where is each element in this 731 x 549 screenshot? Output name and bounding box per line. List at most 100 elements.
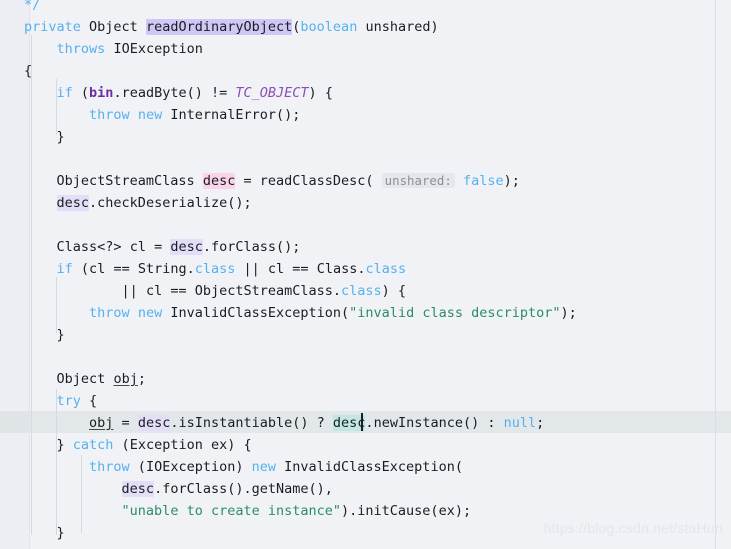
token-brace-close: }	[56, 327, 65, 343]
token-text: );	[560, 305, 577, 321]
code-line-current[interactable]: obj = desc.isInstantiable() ? desc.newIn…	[0, 412, 544, 434]
token-var-desc-read[interactable]: desc	[170, 239, 203, 255]
token-var-cl: cl	[129, 239, 146, 255]
token-call-checkdeserialize: checkDeserialize	[97, 195, 228, 211]
token-text: .	[186, 261, 195, 277]
token-type-ioexception: IOException	[145, 459, 236, 475]
token-text: ==	[284, 261, 317, 277]
token-const-tc-object: TC_OBJECT	[235, 85, 309, 101]
token-keyword-false: false	[462, 173, 504, 189]
code-line[interactable]: }	[0, 522, 65, 544]
code-line[interactable]: throw new InvalidClassException("invalid…	[0, 302, 577, 324]
token-text: ;	[536, 415, 545, 431]
token-type-object: Object	[89, 19, 138, 35]
token-text: ();	[276, 239, 301, 255]
code-line[interactable]: }	[0, 324, 65, 346]
token-field-bin: bin	[89, 85, 114, 101]
code-line[interactable]: try {	[0, 390, 98, 412]
token-var-cl: cl	[267, 261, 285, 277]
code-line[interactable]: */	[0, 0, 40, 16]
inlay-parameter-hint-unshared[interactable]: unshared:	[381, 173, 455, 188]
token-var-desc-read[interactable]: desc	[137, 415, 171, 431]
token-keyword-private: private	[24, 19, 81, 35]
token-text: ().	[227, 481, 252, 497]
token-var-obj[interactable]: obj	[89, 415, 113, 431]
code-line[interactable]: private Object readOrdinaryObject(boolea…	[0, 16, 439, 38]
token-keyword-throw: throw	[89, 459, 130, 475]
token-brace-close: }	[56, 129, 65, 145]
token-var-desc-read[interactable]: desc	[121, 481, 155, 497]
code-editor[interactable]: */ private Object readOrdinaryObject(boo…	[0, 0, 731, 549]
code-line[interactable]: }	[0, 126, 65, 148]
code-line[interactable]: Class<?> cl = desc.forClass();	[0, 236, 300, 258]
token-type-ioexception: IOException	[113, 41, 203, 57]
token-text: (	[72, 261, 90, 277]
token-text: (	[430, 503, 439, 519]
token-keyword-class-literal: class	[194, 261, 236, 277]
token-text: );	[454, 503, 472, 519]
code-line[interactable]: if (bin.readByte() != TC_OBJECT) {	[0, 82, 333, 104]
token-text: (	[365, 173, 382, 189]
code-line[interactable]: if (cl == String.class || cl == Class.cl…	[0, 258, 407, 280]
token-keyword-class-literal: class	[341, 283, 382, 299]
token-text: .	[154, 481, 163, 497]
token-text: ||	[235, 261, 268, 277]
token-call-initcause: initCause	[357, 503, 431, 519]
token-text: ) {	[381, 283, 407, 299]
token-paren-close: )	[430, 19, 439, 35]
code-line[interactable]: throws IOException	[0, 38, 203, 60]
token-text: () ?	[292, 415, 333, 431]
token-text: ).	[341, 503, 358, 519]
code-line[interactable]: Object obj;	[0, 368, 146, 390]
token-text: (	[454, 459, 463, 475]
token-text: ||	[121, 283, 146, 299]
token-brace-close: }	[56, 525, 65, 541]
token-var-desc-read[interactable]: desc	[56, 195, 90, 211]
token-text: =	[113, 415, 138, 431]
token-call-getname: getName	[251, 481, 309, 497]
token-text: );	[503, 173, 520, 189]
token-text: (	[113, 437, 130, 453]
token-var-desc-write[interactable]: desc	[202, 173, 236, 189]
token-keyword-catch: catch	[72, 437, 114, 453]
token-text: ==	[162, 283, 195, 299]
code-line[interactable]: desc.forClass().getName(),	[0, 478, 333, 500]
token-text: .	[113, 85, 122, 101]
code-line[interactable]: throw (IOException) new InvalidClassExce…	[0, 456, 463, 478]
code-line[interactable]: "unable to create instance").initCause(e…	[0, 500, 472, 522]
token-call-forclass: forClass	[162, 481, 228, 497]
token-var-cl: cl	[89, 261, 106, 277]
token-call-newinstance: newInstance	[373, 415, 463, 431]
token-method-name-readordinaryobject[interactable]: readOrdinaryObject	[145, 19, 293, 35]
token-var-obj[interactable]: obj	[113, 371, 137, 387]
code-line[interactable]: } catch (Exception ex) {	[0, 434, 252, 456]
token-type-exception: Exception	[129, 437, 203, 453]
token-param-unshared: unshared	[365, 19, 431, 35]
token-text: ;	[137, 371, 146, 387]
token-text: ==	[105, 261, 138, 277]
code-content[interactable]: */ private Object readOrdinaryObject(boo…	[0, 0, 731, 549]
token-text: =	[235, 173, 260, 189]
code-line[interactable]: throw new InternalError();	[0, 104, 300, 126]
token-keyword-try: try	[56, 393, 81, 409]
code-line[interactable]: ObjectStreamClass desc = readClassDesc( …	[0, 170, 520, 192]
token-call-readbyte: readByte	[121, 85, 187, 101]
code-line[interactable]: || cl == ObjectStreamClass.class) {	[0, 280, 407, 302]
code-line[interactable]: {	[0, 60, 32, 82]
token-type-invalidclassexception: InvalidClassException	[284, 459, 455, 475]
token-keyword-throw: throw	[89, 107, 130, 123]
token-brace-open: {	[24, 63, 33, 79]
token-type-objectstreamclass: ObjectStreamClass	[194, 283, 333, 299]
token-keyword-new: new	[137, 305, 163, 321]
token-call-isinstantiable: isInstantiable	[178, 415, 293, 431]
code-line[interactable]: desc.checkDeserialize();	[0, 192, 252, 214]
